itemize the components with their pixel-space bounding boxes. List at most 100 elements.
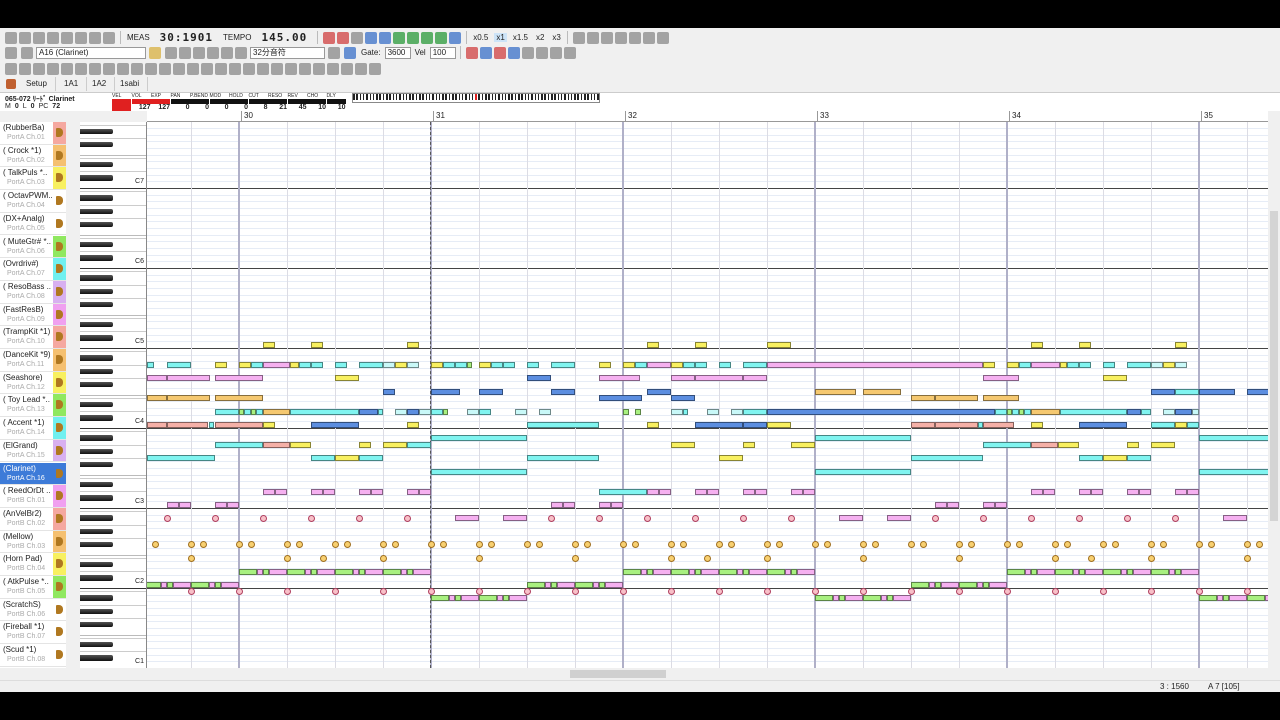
note[interactable]	[1024, 409, 1031, 415]
note-dot[interactable]	[668, 555, 675, 562]
note-dot[interactable]	[380, 555, 387, 562]
zoom-out-v-icon[interactable]	[480, 47, 492, 59]
note-dot[interactable]	[188, 588, 195, 595]
plus-icon[interactable]	[173, 63, 185, 75]
track-item[interactable]: (DanceKit *9)PortA Ch.11	[0, 349, 66, 372]
note-dot[interactable]	[644, 515, 651, 522]
note[interactable]	[1199, 435, 1268, 441]
note-dot[interactable]	[968, 541, 975, 548]
note[interactable]	[1175, 489, 1187, 495]
note-dot[interactable]	[488, 541, 495, 548]
note[interactable]	[983, 375, 1019, 381]
note-dot[interactable]	[188, 541, 195, 548]
note[interactable]	[431, 595, 449, 601]
note[interactable]	[263, 422, 275, 428]
note[interactable]	[335, 375, 359, 381]
note-dot[interactable]	[476, 555, 483, 562]
note[interactable]	[299, 362, 311, 368]
note[interactable]	[263, 442, 290, 448]
note[interactable]	[1151, 569, 1169, 575]
black-key[interactable]	[80, 642, 113, 648]
measure-number[interactable]: 32	[625, 111, 637, 122]
mixer2-icon[interactable]	[601, 32, 613, 44]
track-item[interactable]: (ScratchS)PortB Ch.06	[0, 599, 66, 622]
note-dot[interactable]	[1004, 588, 1011, 595]
note[interactable]	[1007, 569, 1025, 575]
horizontal-scrollbar[interactable]	[78, 668, 1268, 680]
note-dot[interactable]	[860, 555, 867, 562]
meter-rev[interactable]: REV45	[288, 93, 307, 111]
block-icon[interactable]	[103, 63, 115, 75]
eraser-icon[interactable]	[193, 47, 205, 59]
note[interactable]	[215, 502, 227, 508]
paint-icon[interactable]	[235, 47, 247, 59]
note[interactable]	[467, 362, 472, 368]
note[interactable]	[167, 502, 179, 508]
note[interactable]	[887, 515, 911, 521]
note[interactable]	[983, 395, 1019, 401]
note[interactable]	[701, 569, 719, 575]
accent-icon[interactable]	[285, 63, 297, 75]
note-dot[interactable]	[1148, 541, 1155, 548]
note[interactable]	[215, 409, 239, 415]
speaker-icon[interactable]	[56, 219, 63, 228]
note[interactable]	[383, 442, 407, 448]
note[interactable]	[863, 595, 881, 601]
note[interactable]	[461, 595, 479, 601]
note[interactable]	[1139, 489, 1151, 495]
note[interactable]	[983, 362, 995, 368]
speaker-icon[interactable]	[56, 446, 63, 455]
track-item[interactable]: ( AtkPulse *..PortB Ch.05	[0, 576, 66, 599]
track-select[interactable]: A16 (Clarinet)	[36, 47, 146, 59]
note[interactable]	[635, 362, 647, 368]
track-item[interactable]: (Fireball *1)PortB Ch.07	[0, 621, 66, 644]
note[interactable]	[695, 489, 707, 495]
note[interactable]	[1091, 489, 1103, 495]
note-dot[interactable]	[1124, 515, 1131, 522]
note-dot[interactable]	[956, 588, 963, 595]
speed-x1[interactable]: x1	[494, 33, 506, 42]
note-dot[interactable]	[956, 541, 963, 548]
tall-block-icon[interactable]	[369, 63, 381, 75]
track-item[interactable]: (DX+Analg)PortA Ch.05	[0, 213, 66, 236]
note[interactable]	[395, 409, 407, 415]
note-dot[interactable]	[332, 541, 339, 548]
note[interactable]	[275, 489, 287, 495]
note[interactable]	[767, 569, 785, 575]
speaker-icon[interactable]	[56, 514, 63, 523]
note[interactable]	[647, 422, 659, 428]
black-key[interactable]	[80, 242, 113, 248]
note[interactable]	[815, 435, 911, 441]
note[interactable]	[563, 502, 575, 508]
speed-x1-5[interactable]: x1.5	[511, 33, 530, 42]
note-dot[interactable]	[1064, 541, 1071, 548]
note[interactable]	[983, 422, 1014, 428]
speed-x3[interactable]: x3	[550, 33, 562, 42]
measure-ruler[interactable]: 303132333435	[147, 111, 1268, 122]
note[interactable]	[797, 569, 815, 575]
note[interactable]	[911, 455, 983, 461]
note-dot[interactable]	[440, 541, 447, 548]
note[interactable]	[755, 489, 767, 495]
note[interactable]	[419, 409, 431, 415]
note-dot[interactable]	[1028, 515, 1035, 522]
note[interactable]	[1187, 422, 1199, 428]
note-dot[interactable]	[536, 541, 543, 548]
note[interactable]	[413, 569, 431, 575]
note-dot[interactable]	[308, 515, 315, 522]
black-key[interactable]	[80, 255, 113, 261]
note-dot[interactable]	[584, 541, 591, 548]
speaker-icon[interactable]	[56, 469, 63, 478]
rect-select-icon[interactable]	[221, 47, 233, 59]
tab-1sabi[interactable]: 1sabi	[112, 77, 148, 91]
piano-keyboard[interactable]: C7C6C5C4C3C2C1	[80, 122, 147, 668]
note[interactable]	[419, 489, 431, 495]
note-dot[interactable]	[524, 541, 531, 548]
note-dot[interactable]	[1004, 541, 1011, 548]
note[interactable]	[239, 362, 251, 368]
note-dot[interactable]	[236, 541, 243, 548]
note[interactable]	[191, 582, 209, 588]
note[interactable]	[1187, 489, 1199, 495]
speaker-icon[interactable]	[56, 537, 63, 546]
note[interactable]	[599, 375, 640, 381]
